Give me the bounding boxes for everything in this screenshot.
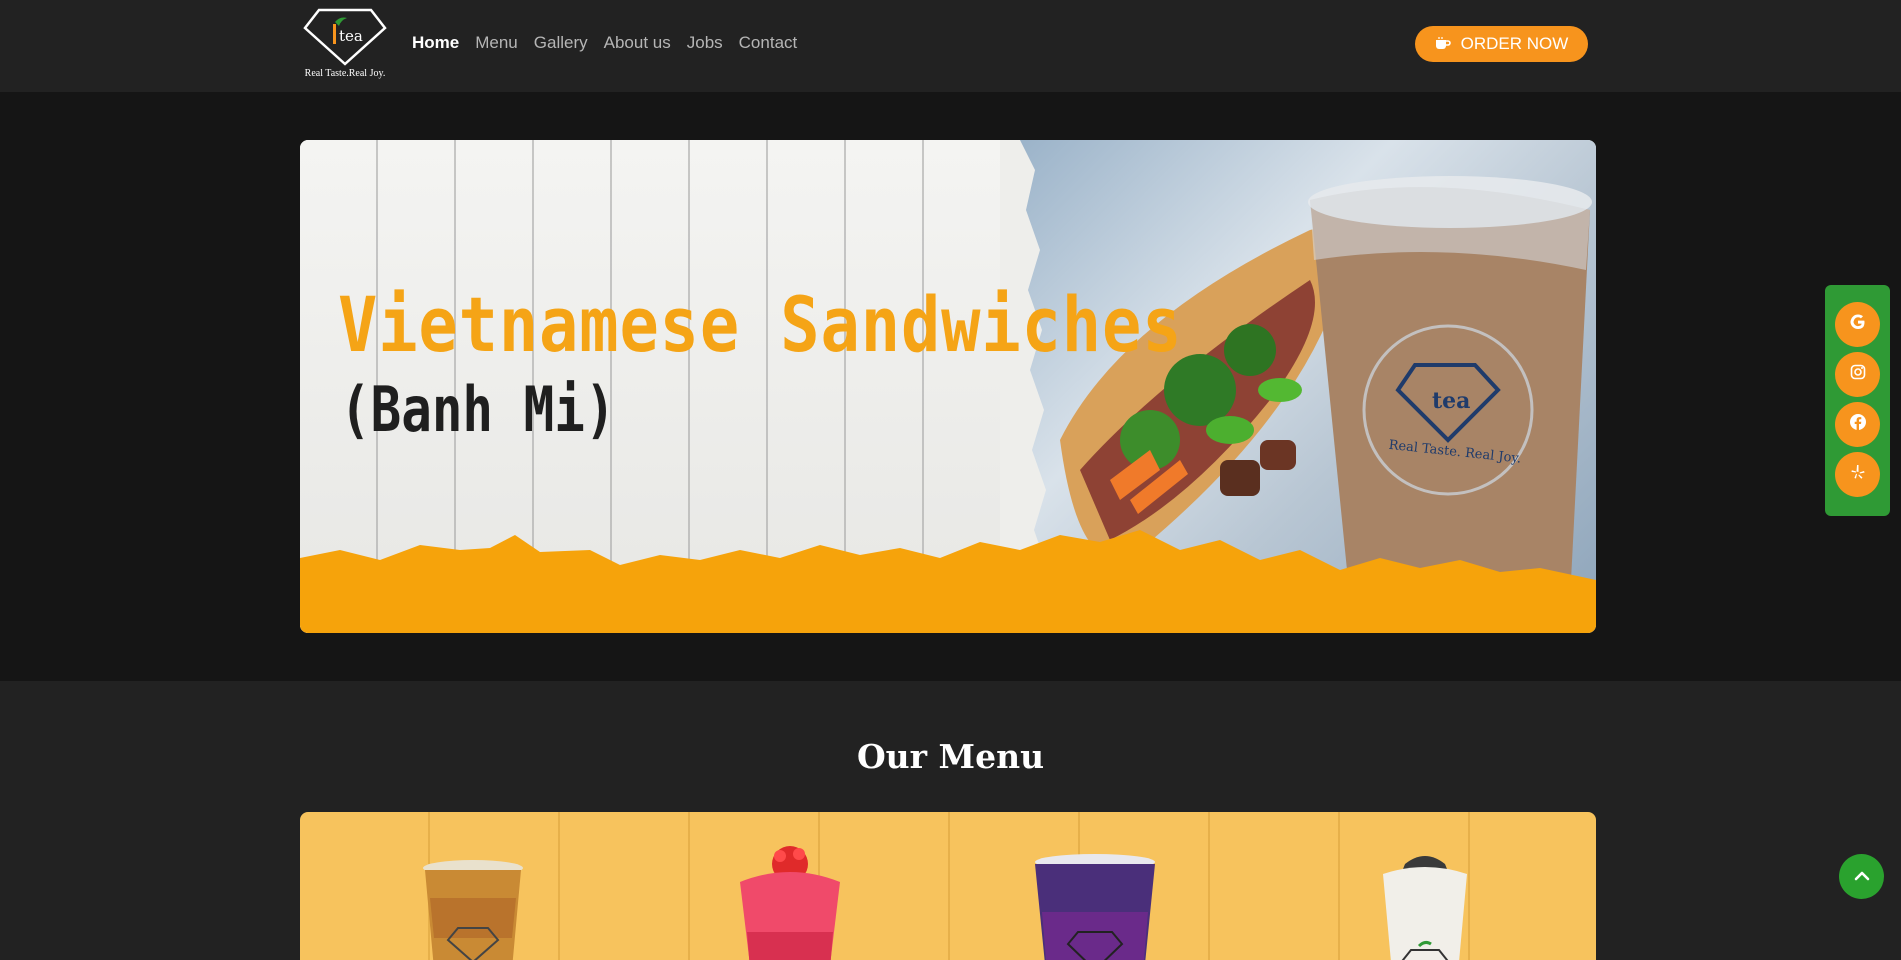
- back-to-top-button[interactable]: [1839, 854, 1884, 899]
- instagram-button[interactable]: [1835, 352, 1880, 397]
- chevron-up-icon: [1854, 868, 1870, 886]
- site-header: tea Real Taste.Real Joy. Home Menu Galle…: [0, 0, 1901, 92]
- brand-logo[interactable]: tea Real Taste.Real Joy.: [299, 8, 391, 80]
- drink-image-4: [1383, 856, 1467, 960]
- order-now-button[interactable]: ORDER NOW: [1415, 26, 1588, 62]
- hero-title: Vietnamese Sandwiches: [338, 280, 1183, 369]
- menu-banner[interactable]: [300, 812, 1596, 960]
- drink-image-2: [740, 846, 840, 960]
- drink-image-1: [423, 860, 523, 960]
- hero-subtitle: (Banh Mi): [340, 373, 616, 446]
- hero-banner[interactable]: tea Real Taste. Real Joy. Vietnamese San…: [300, 140, 1596, 633]
- yelp-icon: [1850, 464, 1866, 485]
- nav-about-us[interactable]: About us: [604, 33, 671, 53]
- nav-menu[interactable]: Menu: [475, 33, 518, 53]
- nav-jobs[interactable]: Jobs: [687, 33, 723, 53]
- yelp-button[interactable]: [1835, 452, 1880, 497]
- main-nav: Home Menu Gallery About us Jobs Contact: [412, 33, 797, 53]
- svg-text:tea: tea: [339, 27, 363, 45]
- diamond-logo-icon: tea: [303, 8, 387, 66]
- drink-image-3: [1035, 854, 1155, 960]
- google-button[interactable]: [1835, 302, 1880, 347]
- coffee-cup-icon: [1435, 37, 1451, 51]
- nav-contact[interactable]: Contact: [739, 33, 798, 53]
- nav-gallery[interactable]: Gallery: [534, 33, 588, 53]
- instagram-icon: [1850, 364, 1866, 385]
- order-now-label: ORDER NOW: [1460, 34, 1569, 53]
- menu-section: Our Menu: [0, 681, 1901, 960]
- brand-tagline: Real Taste.Real Joy.: [304, 68, 386, 79]
- facebook-button[interactable]: [1835, 402, 1880, 447]
- google-icon: [1849, 313, 1867, 336]
- social-sidebar: [1825, 285, 1890, 516]
- nav-home[interactable]: Home: [412, 33, 459, 53]
- facebook-icon: [1849, 413, 1867, 436]
- menu-heading: Our Menu: [856, 737, 1045, 776]
